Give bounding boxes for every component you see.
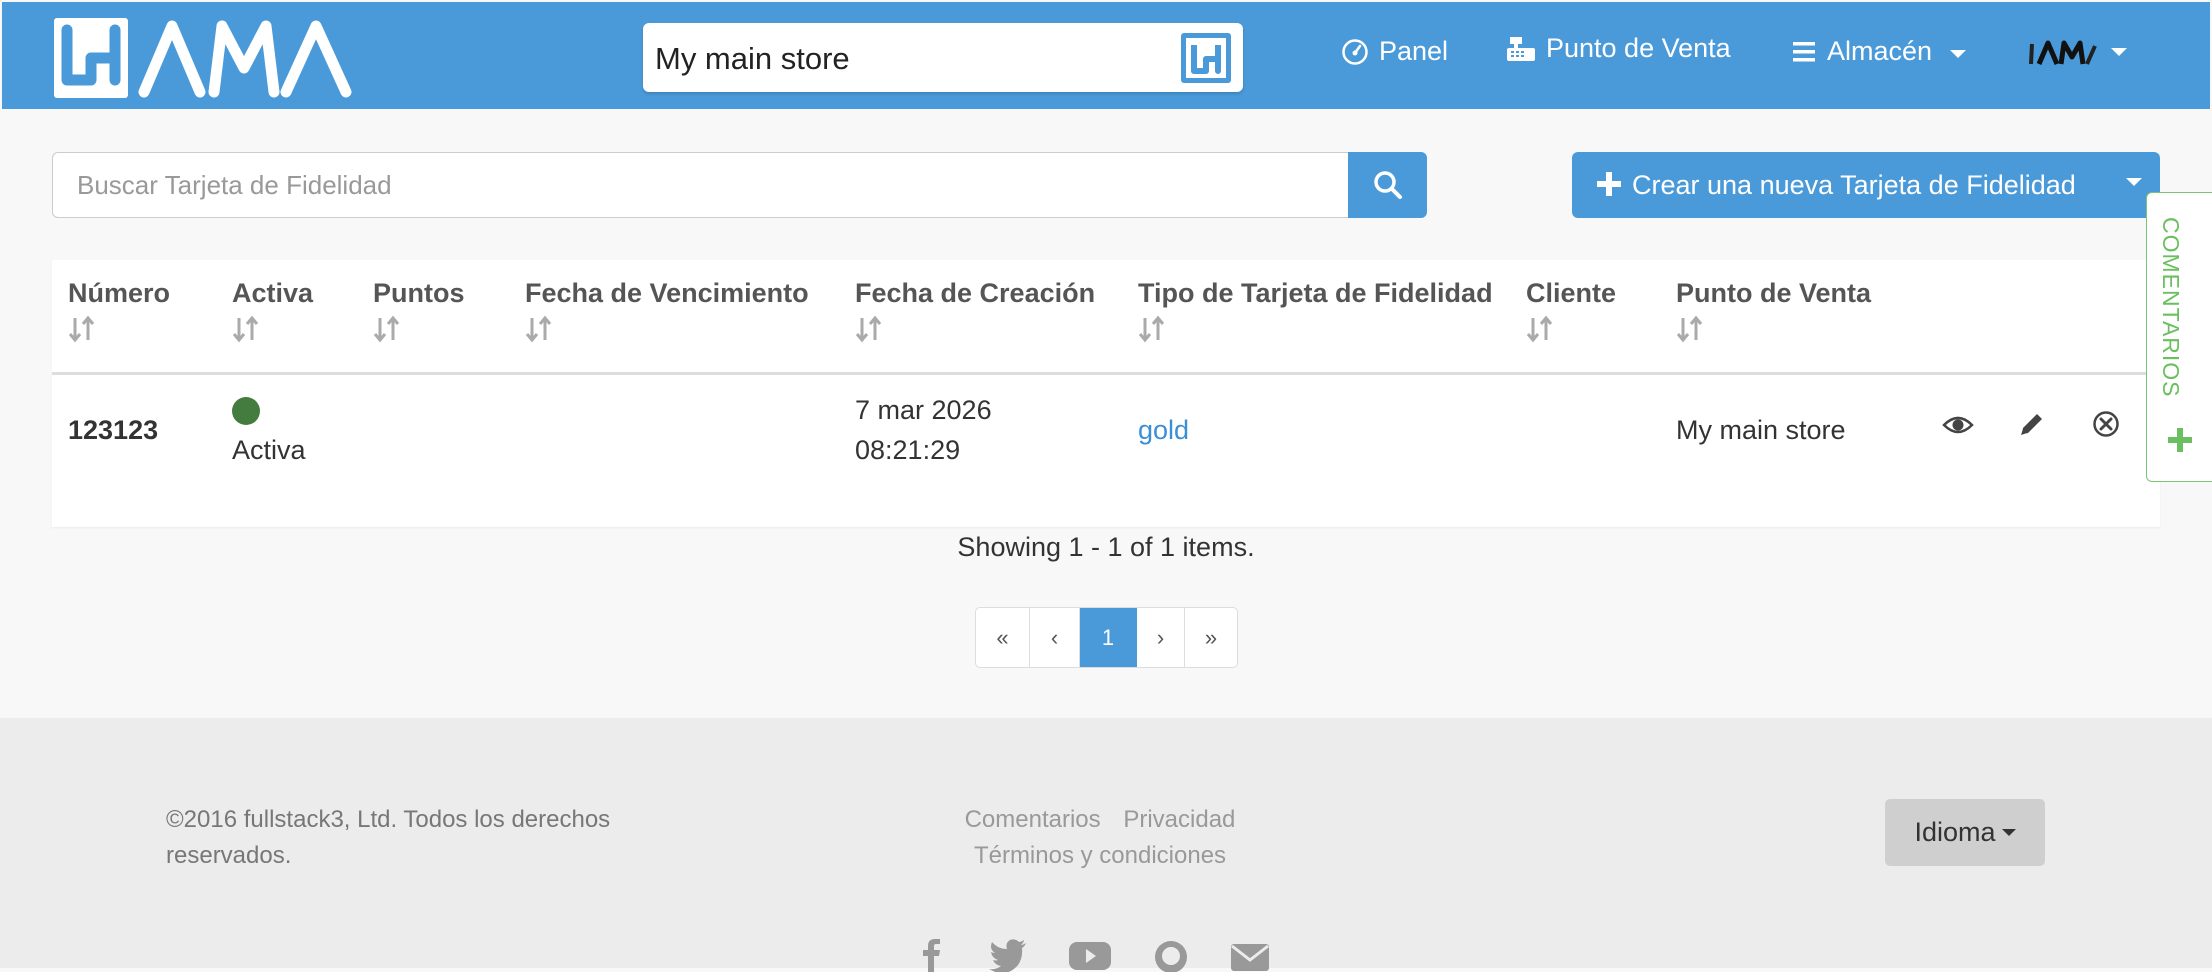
column-header-active[interactable]: Activa <box>232 278 313 343</box>
twitter-icon[interactable] <box>988 938 1028 972</box>
column-header-points[interactable]: Puntos <box>373 278 465 343</box>
cell-created-date: 7 mar 2026 <box>855 395 992 425</box>
social-icons <box>914 938 1270 972</box>
cell-created-time: 08:21:29 <box>855 435 961 465</box>
card-type-link[interactable]: gold <box>1138 415 1189 446</box>
pencil-icon[interactable] <box>2018 410 2046 438</box>
nav-panel[interactable]: Panel <box>1341 36 1448 67</box>
chevron-down-icon[interactable] <box>2126 178 2142 186</box>
footer-link-privacy[interactable]: Privacidad <box>1123 806 1235 833</box>
nav-point-of-sale[interactable]: Punto de Venta <box>1506 33 1731 64</box>
chevron-down-icon <box>2001 829 2016 836</box>
page-current[interactable]: 1 <box>1080 608 1137 667</box>
envelope-icon[interactable] <box>1230 938 1270 972</box>
status-dot <box>232 397 260 425</box>
store-name: My main store <box>655 41 850 76</box>
table-header-divider <box>52 372 2160 375</box>
column-header-label: Fecha de Creación <box>855 278 1096 308</box>
github-icon[interactable] <box>1152 938 1190 972</box>
column-header-label: Fecha de Vencimiento <box>525 278 809 308</box>
column-header-label: Activa <box>232 278 314 308</box>
sort-icon[interactable] <box>855 315 883 343</box>
user-avatar-logo <box>2029 40 2097 65</box>
column-header-label: Puntos <box>373 278 465 308</box>
column-header-point-of-sale[interactable]: Punto de Venta <box>1676 278 1871 343</box>
column-header-label: Tipo de Tarjeta de Fidelidad <box>1138 278 1493 308</box>
sort-icon[interactable] <box>232 315 260 343</box>
language-button-label: Idioma <box>1914 817 1996 847</box>
nav-warehouse-label: Almacén <box>1827 36 1933 66</box>
column-header-label: Cliente <box>1526 278 1617 308</box>
loyalty-card-search-input[interactable] <box>52 152 1348 218</box>
column-header-expiry-date[interactable]: Fecha de Vencimiento <box>525 278 809 343</box>
sort-icon[interactable] <box>1138 315 1166 343</box>
copyright-text: ©2016 fullstack3, Ltd. Todos los derecho… <box>166 806 611 869</box>
chevron-down-icon <box>1950 49 1967 58</box>
nav-panel-label: Panel <box>1379 36 1449 66</box>
loyalty-cards-table: Número Activa Puntos Fecha de Vencimient… <box>52 260 2160 527</box>
nav-warehouse-menu[interactable]: Almacén <box>1793 36 1967 67</box>
sort-icon[interactable] <box>525 315 553 343</box>
column-header-customer[interactable]: Cliente <box>1526 278 1616 343</box>
plus-icon <box>2168 428 2192 452</box>
top-navbar: My main store Panel Punto de Venta Almac… <box>2 2 2210 109</box>
pagination-summary: Showing 1 - 1 of 1 items. <box>957 532 1255 562</box>
page-prev[interactable]: ‹ <box>1030 608 1080 667</box>
cell-number: 123123 <box>68 415 159 445</box>
wama-logo[interactable] <box>54 18 374 98</box>
sort-icon[interactable] <box>1676 315 1704 343</box>
column-header-card-type[interactable]: Tipo de Tarjeta de Fidelidad <box>1138 278 1493 343</box>
eye-icon[interactable] <box>1942 412 1974 438</box>
footer-links: Comentarios Privacidad Términos y condic… <box>900 802 1300 874</box>
search-button[interactable] <box>1348 152 1427 218</box>
plus-icon <box>1597 172 1621 196</box>
column-header-label: Número <box>68 278 171 308</box>
dashboard-icon <box>1342 38 1368 65</box>
remove-circle-icon[interactable] <box>2092 410 2120 438</box>
chevron-down-icon <box>2111 48 2127 56</box>
cell-point-of-sale: My main store <box>1676 415 1846 445</box>
column-header-creation-date[interactable]: Fecha de Creación <box>855 278 1095 343</box>
create-button-label: Crear una nueva Tarjeta de Fidelidad <box>1632 170 2076 200</box>
create-loyalty-card-button[interactable]: Crear una nueva Tarjeta de Fidelidad <box>1572 152 2160 218</box>
cash-register-icon <box>1507 36 1535 61</box>
column-header-number[interactable]: Número <box>68 278 170 343</box>
sort-icon[interactable] <box>373 315 401 343</box>
footer-link-feedback[interactable]: Comentarios <box>965 806 1101 833</box>
page-next[interactable]: › <box>1137 608 1185 667</box>
page-first[interactable]: « <box>976 608 1030 667</box>
youtube-icon[interactable] <box>1068 938 1112 972</box>
feedback-tab-label: COMENTARIOS <box>2158 217 2184 398</box>
sort-icon[interactable] <box>1526 315 1554 343</box>
column-header-label: Punto de Venta <box>1676 278 1872 308</box>
pagination: « ‹ 1 › » <box>975 607 1238 668</box>
sort-icon[interactable] <box>68 315 96 343</box>
feedback-tab[interactable]: COMENTARIOS <box>2146 192 2212 482</box>
user-menu[interactable] <box>2029 40 2127 66</box>
page-last[interactable]: » <box>1185 608 1237 667</box>
wama-w-icon <box>1181 33 1231 83</box>
facebook-icon[interactable] <box>914 938 948 972</box>
footer-link-terms[interactable]: Términos y condiciones <box>974 842 1226 869</box>
language-dropdown-button[interactable]: Idioma <box>1885 799 2045 866</box>
bars-icon <box>1793 41 1815 61</box>
nav-pos-label: Punto de Venta <box>1546 33 1731 63</box>
store-selector[interactable]: My main store <box>643 23 1243 92</box>
footer: ©2016 fullstack3, Ltd. Todos los derecho… <box>0 718 2212 972</box>
search-icon <box>1373 171 1402 199</box>
cell-active-label: Activa <box>232 435 306 465</box>
